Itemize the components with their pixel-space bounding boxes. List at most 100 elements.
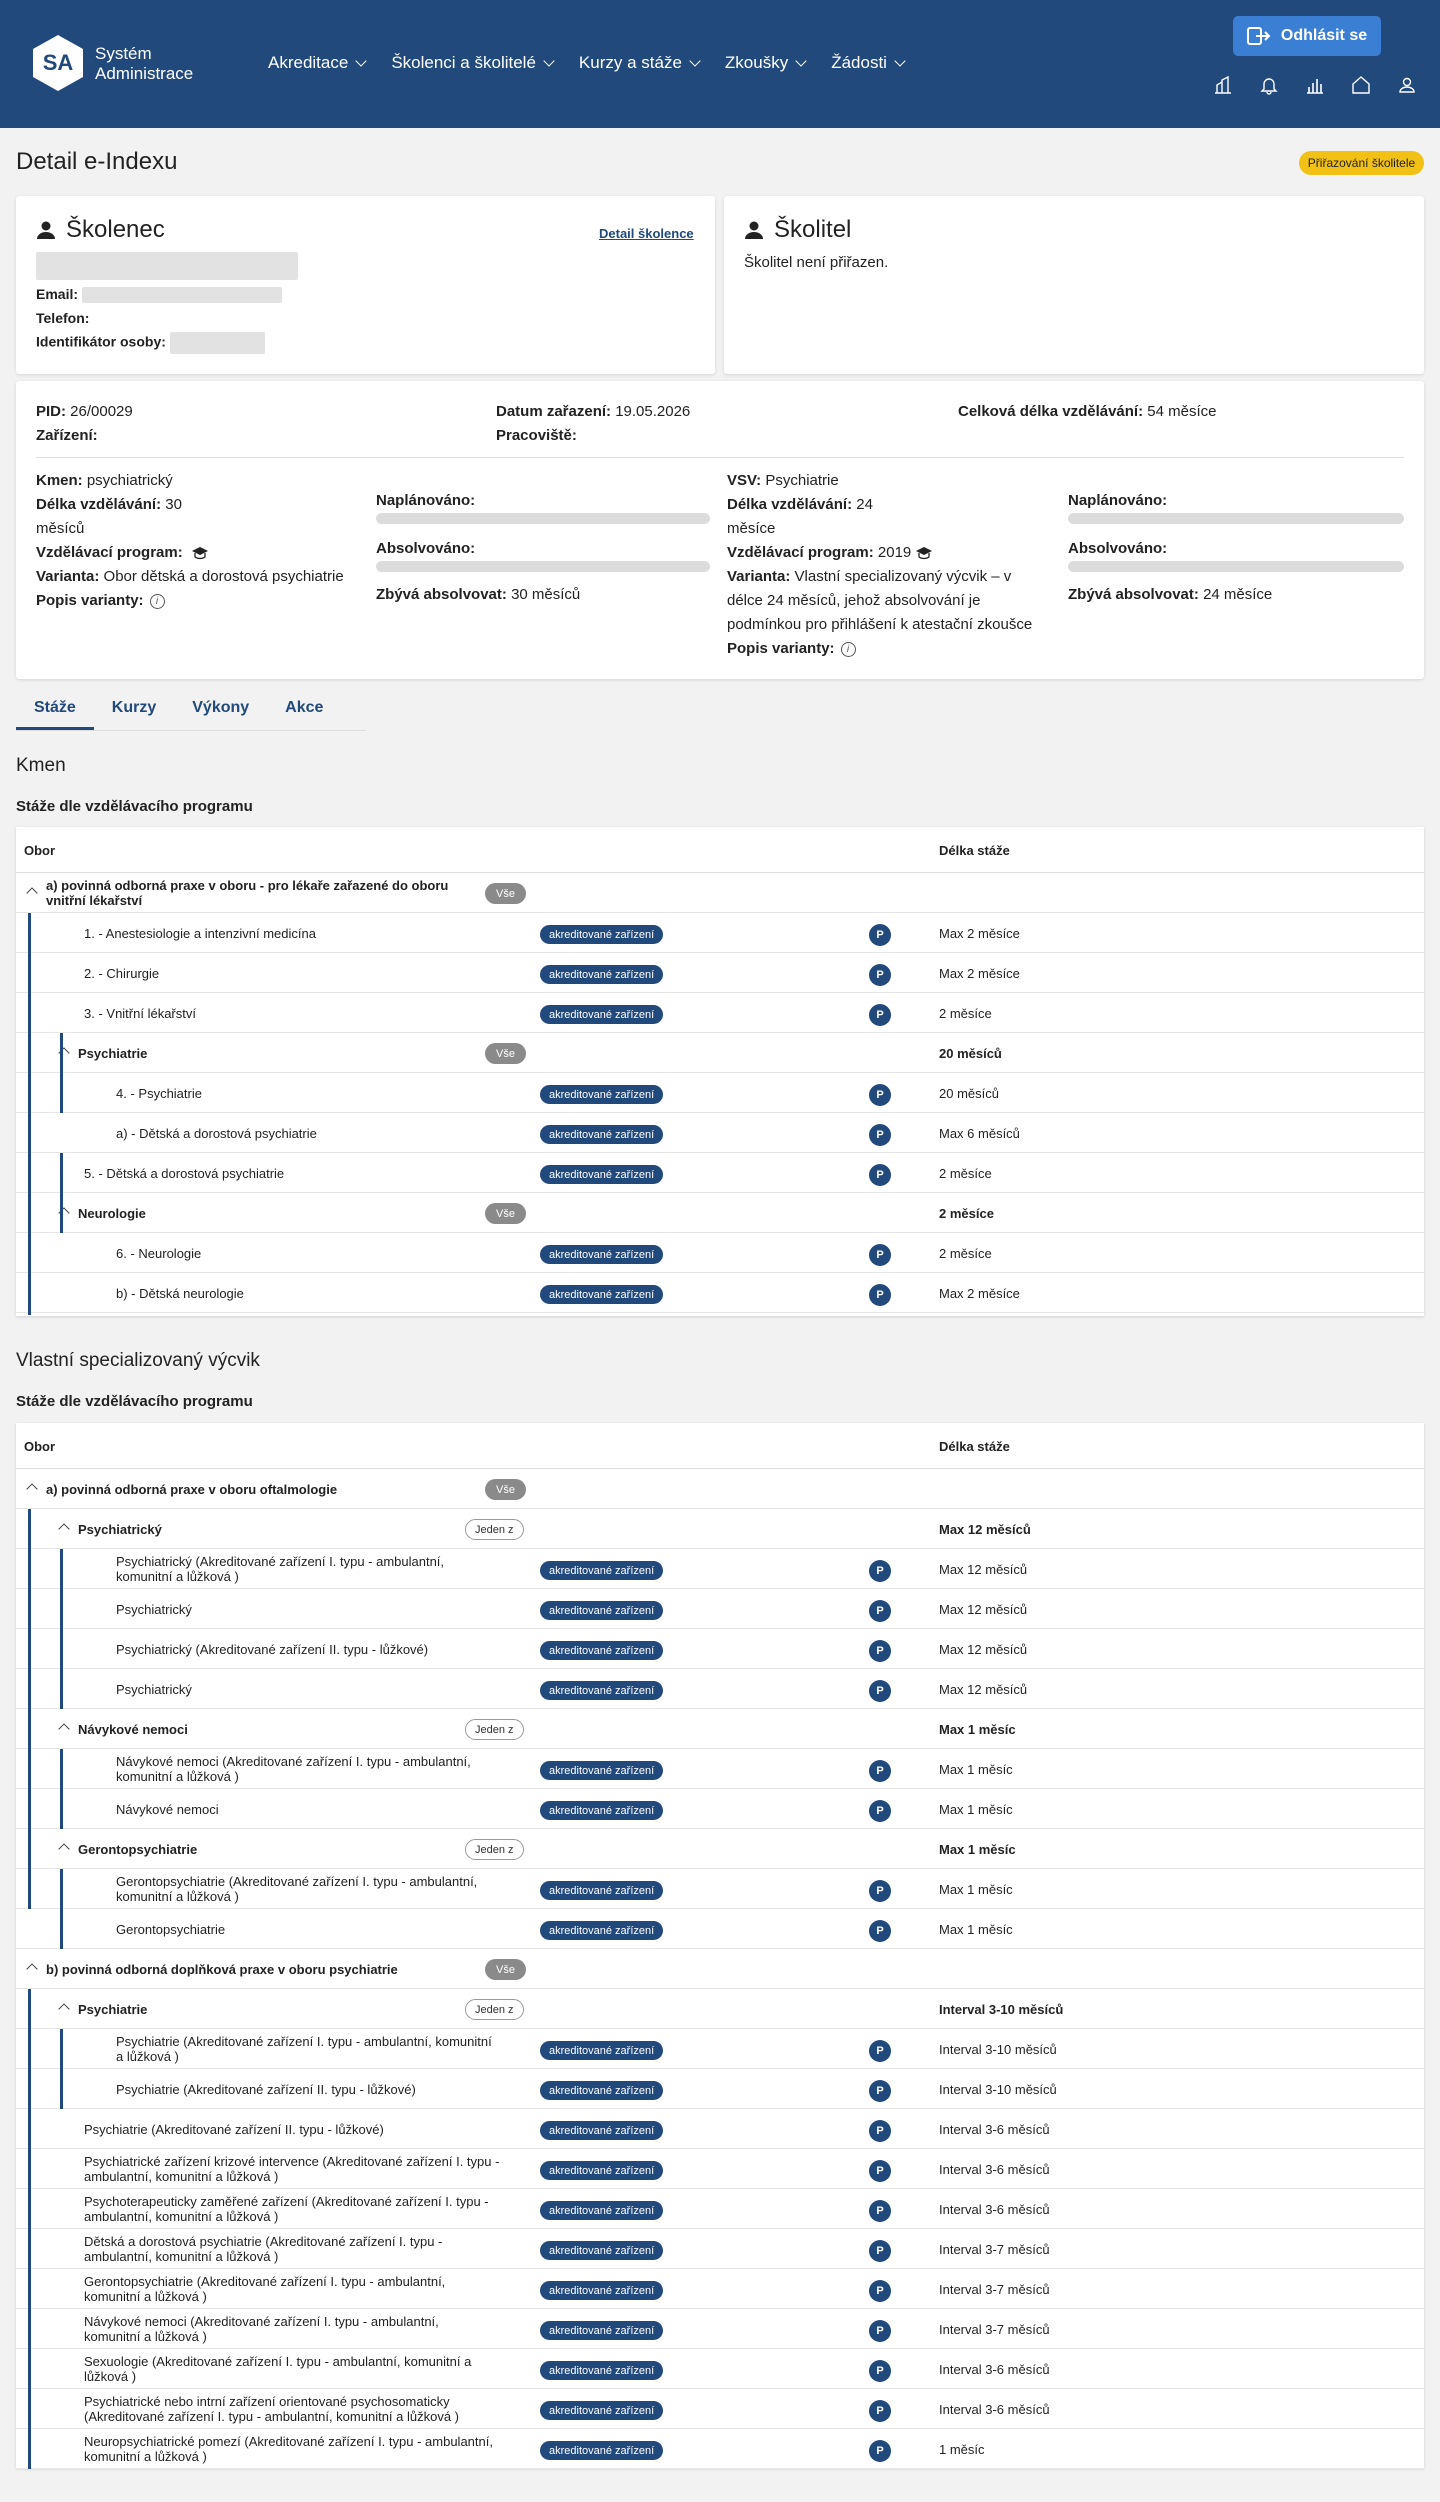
nav-akreditace[interactable]: Akreditace (268, 53, 367, 73)
group-row[interactable]: Psychiatrie Vše 20 měsíců (16, 1033, 1424, 1073)
p-badge[interactable]: P (869, 2040, 891, 2062)
table-row[interactable]: Psychiatrie (Akreditované zařízení II. t… (16, 2109, 1424, 2149)
tab-kurzy[interactable]: Kurzy (94, 693, 174, 730)
table-row[interactable]: Psychiatrické zařízení krizové intervenc… (16, 2149, 1424, 2189)
p-badge[interactable]: P (869, 2240, 891, 2262)
p-badge[interactable]: P (869, 2200, 891, 2222)
p-badge[interactable]: P (869, 2160, 891, 2182)
bell-icon[interactable] (1246, 70, 1292, 100)
one-of-badge[interactable]: Jeden z (465, 1839, 524, 1860)
logo-text[interactable]: Systém Administrace (95, 44, 193, 84)
all-badge[interactable]: Vše (485, 1959, 526, 1980)
p-badge[interactable]: P (869, 1004, 891, 1026)
table-row[interactable]: b) - Dětská neurologie akreditované zaříz… (16, 1273, 1424, 1313)
p-badge[interactable]: P (869, 2320, 891, 2342)
table-row[interactable]: 6. - Neurologie akreditované zařízení P 2 m… (16, 1233, 1424, 1273)
table-row[interactable]: Psychiatrický akreditované zařízení P Max 1… (16, 1669, 1424, 1709)
group-row[interactable]: Psychiatrický Jeden z Max 12 měsíců (16, 1509, 1424, 1549)
table-row[interactable]: Psychiatrický (Akreditované zařízení II.… (16, 1629, 1424, 1669)
group-row[interactable]: a) povinná odborná praxe v oboru - pro l… (16, 873, 1424, 913)
table-row[interactable]: Psychoterapeuticky zaměřené zařízení (Ak… (16, 2189, 1424, 2229)
chevron-up-icon[interactable] (58, 1843, 70, 1855)
table-row[interactable]: Psychiatrické nebo intrní zařízení orien… (16, 2389, 1424, 2429)
p-badge[interactable]: P (869, 1880, 891, 1902)
all-badge[interactable]: Vše (485, 1479, 526, 1500)
trainee-detail-link[interactable]: Detail školence (599, 226, 694, 241)
bar-chart-icon[interactable] (1292, 70, 1338, 100)
chevron-up-icon[interactable] (58, 2003, 70, 2015)
p-badge[interactable]: P (869, 1800, 891, 1822)
table-row[interactable]: Psychiatrický akreditované zařízení P Max 1… (16, 1589, 1424, 1629)
p-badge[interactable]: P (869, 2400, 891, 2422)
p-badge[interactable]: P (869, 1560, 891, 1582)
group-row[interactable]: Psychiatrie Jeden z Interval 3-10 měsíců (16, 1989, 1424, 2029)
p-badge[interactable]: P (869, 1084, 891, 1106)
group-row[interactable]: b) povinná odborná doplňková praxe v obo… (16, 1949, 1424, 1989)
p-badge[interactable]: P (869, 2440, 891, 2462)
all-badge[interactable]: Vše (485, 1203, 526, 1224)
p-badge[interactable]: P (869, 1164, 891, 1186)
p-badge[interactable]: P (869, 1124, 891, 1146)
logo-icon[interactable]: SA (32, 34, 84, 92)
chevron-up-icon[interactable] (26, 887, 38, 899)
graduation-cap-icon[interactable] (191, 546, 209, 560)
nav-zadosti[interactable]: Žádosti (831, 53, 906, 73)
table-row[interactable]: Návykové nemoci akreditované zařízení P Max… (16, 1789, 1424, 1829)
home-icon[interactable] (1338, 70, 1384, 100)
p-badge[interactable]: P (869, 2120, 891, 2142)
p-badge[interactable]: P (869, 2280, 891, 2302)
chevron-up-icon[interactable] (26, 1483, 38, 1495)
p-badge[interactable]: P (869, 1244, 891, 1266)
tab-akce[interactable]: Akce (267, 693, 341, 730)
chevron-up-icon[interactable] (58, 1723, 70, 1735)
nav-skolenci[interactable]: Školenci a školitelé (391, 53, 555, 73)
p-badge[interactable]: P (869, 2360, 891, 2382)
table-row[interactable]: 3. - Vnitřní lékařství akreditované zaříz… (16, 993, 1424, 1033)
table-row[interactable]: Psychiatrický (Akreditované zařízení I. … (16, 1549, 1424, 1589)
table-row[interactable]: Gerontopsychiatrie (Akreditované zařízen… (16, 2269, 1424, 2309)
logout-button[interactable]: Odhlásit se (1233, 16, 1381, 56)
nav-kurzy[interactable]: Kurzy a stáže (579, 53, 701, 73)
info-icon[interactable]: i (840, 641, 856, 657)
p-badge[interactable]: P (869, 1284, 891, 1306)
one-of-badge[interactable]: Jeden z (465, 1999, 524, 2020)
chevron-up-icon[interactable] (58, 1523, 70, 1535)
group-row[interactable]: Návykové nemoci Jeden z Max 1 měsíc (16, 1709, 1424, 1749)
p-badge[interactable]: P (869, 1640, 891, 1662)
user-icon[interactable] (1384, 70, 1430, 100)
all-badge[interactable]: Vše (485, 883, 526, 904)
table-row[interactable]: 4. - Psychiatrie akreditované zařízení P 20… (16, 1073, 1424, 1113)
group-row[interactable]: Gerontopsychiatrie Jeden z Max 1 měsíc (16, 1829, 1424, 1869)
table-row[interactable]: Gerontopsychiatrie (Akreditované zařízen… (16, 1869, 1424, 1909)
chevron-up-icon[interactable] (26, 1963, 38, 1975)
table-row[interactable]: a) - Dětská a dorostová psychiatrie akred… (16, 1113, 1424, 1153)
table-row[interactable]: Dětská a dorostová psychiatrie (Akredito… (16, 2229, 1424, 2269)
graduation-cap-icon[interactable] (915, 546, 933, 560)
tab-vykony[interactable]: Výkony (174, 693, 267, 730)
p-badge[interactable]: P (869, 924, 891, 946)
p-badge[interactable]: P (869, 2080, 891, 2102)
one-of-badge[interactable]: Jeden z (465, 1519, 524, 1540)
table-row[interactable]: 5. - Dětská a dorostová psychiatrie akred… (16, 1153, 1424, 1193)
tab-staze[interactable]: Stáže (16, 693, 94, 730)
table-row[interactable]: Gerontopsychiatrie akreditované zařízení P… (16, 1909, 1424, 1949)
table-row[interactable]: 1. - Anestesiologie a intenzivní medicín… (16, 913, 1424, 953)
p-badge[interactable]: P (869, 1920, 891, 1942)
table-row[interactable]: 2. - Chirurgie akreditované zařízení P Max … (16, 953, 1424, 993)
building-chart-icon[interactable] (1200, 70, 1246, 100)
info-icon[interactable]: i (149, 593, 165, 609)
p-badge[interactable]: P (869, 1600, 891, 1622)
nav-zkousky[interactable]: Zkoušky (725, 53, 807, 73)
table-row[interactable]: Psychiatrie (Akreditované zařízení II. t… (16, 2069, 1424, 2109)
group-row[interactable]: a) povinná odborná praxe v oboru oftalmo… (16, 1469, 1424, 1509)
table-row[interactable]: Návykové nemoci (Akreditované zařízení I… (16, 1749, 1424, 1789)
p-badge[interactable]: P (869, 1760, 891, 1782)
one-of-badge[interactable]: Jeden z (465, 1719, 524, 1740)
table-row[interactable]: Psychiatrie (Akreditované zařízení I. ty… (16, 2029, 1424, 2069)
all-badge[interactable]: Vše (485, 1043, 526, 1064)
table-row[interactable]: Sexuologie (Akreditované zařízení I. typ… (16, 2349, 1424, 2389)
p-badge[interactable]: P (869, 964, 891, 986)
group-row[interactable]: Neurologie Vše 2 měsíce (16, 1193, 1424, 1233)
table-row[interactable]: Neuropsychiatrické pomezí (Akreditované … (16, 2429, 1424, 2469)
table-row[interactable]: Návykové nemoci (Akreditované zařízení I… (16, 2309, 1424, 2349)
